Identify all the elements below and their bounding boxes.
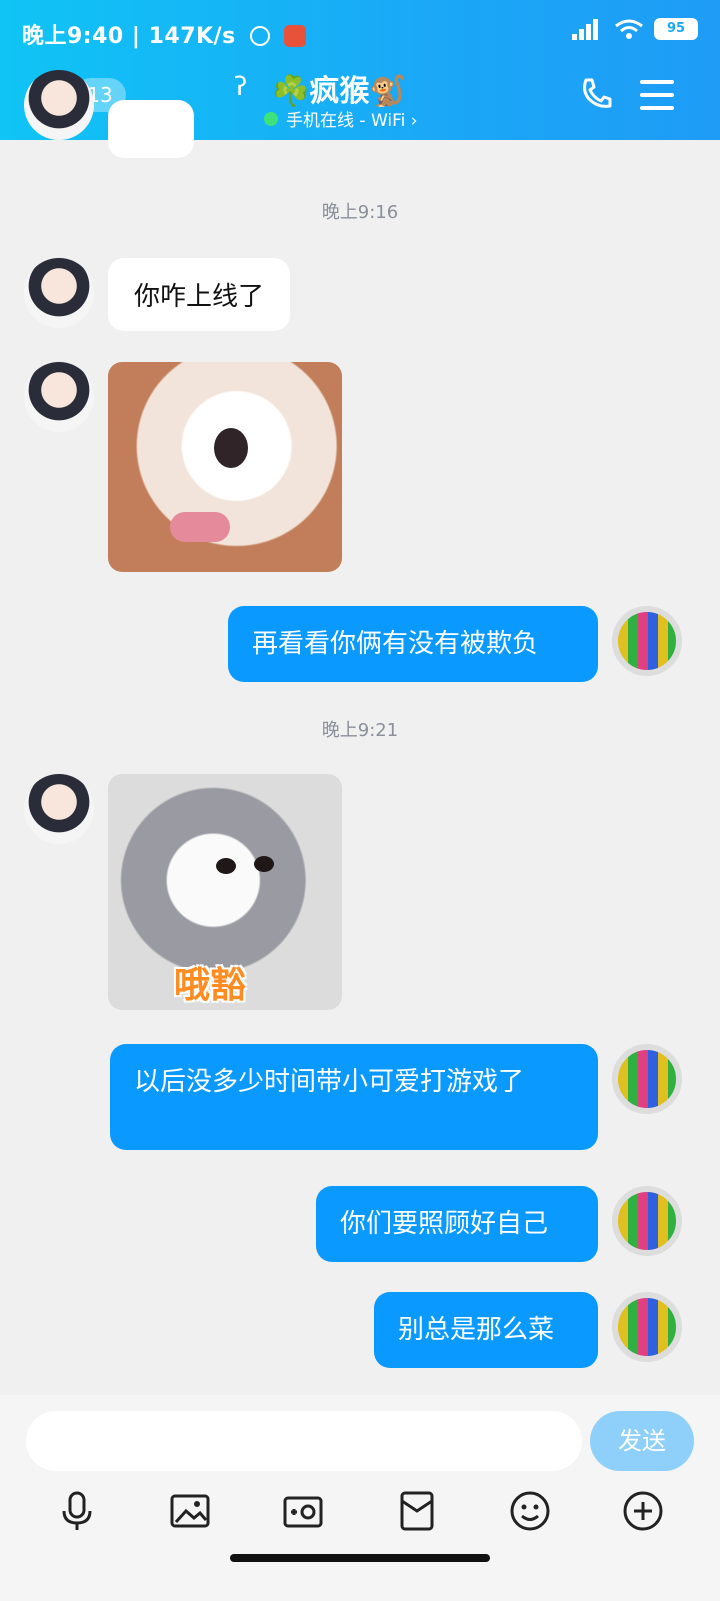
alarm-icon (249, 26, 270, 46)
app-notification-icon (284, 25, 307, 47)
battery-icon: 95 (654, 18, 698, 40)
timestamp: 晚上9:16 (321, 202, 399, 223)
chat-area[interactable]: 晚上9:16 你咋上线了 再看看你俩有没有被欺负 晚上9:21 哦豁 以后没多少… (0, 70, 720, 1395)
contact-avatar[interactable] (24, 362, 94, 432)
signal-icon (572, 19, 598, 40)
status-bar-left: 晚上9:40 | 147K/s (22, 18, 307, 50)
message-input[interactable] (26, 1411, 582, 1471)
presence-status[interactable]: 手机在线 - WiFi › (264, 106, 418, 131)
status-bar-right: 95 (570, 18, 698, 40)
send-button[interactable]: 发送 (590, 1411, 694, 1471)
message-bubble-partial (108, 100, 194, 158)
red-packet-icon[interactable] (395, 1489, 439, 1533)
earpiece-icon[interactable]: ʔ (234, 72, 247, 102)
mic-icon[interactable] (55, 1489, 99, 1533)
plus-icon[interactable] (621, 1489, 665, 1533)
composer-bar: 发送 (0, 1395, 720, 1601)
my-avatar[interactable] (612, 1186, 682, 1256)
message-bubble-incoming[interactable]: 你咋上线了 (108, 258, 291, 331)
kitten-sticker[interactable]: 哦豁 (108, 774, 342, 1010)
contact-avatar[interactable] (24, 258, 94, 328)
message-bubble-outgoing[interactable]: 别总是那么菜 (374, 1292, 598, 1368)
avatar[interactable] (24, 70, 94, 140)
contact-name[interactable]: ☘️疯猴🐒 (272, 66, 407, 110)
message-bubble-outgoing[interactable]: 以后没多少时间带小可爱打游戏了 (110, 1044, 598, 1150)
camera-icon[interactable] (281, 1489, 325, 1533)
online-dot-icon (264, 111, 278, 126)
image-icon[interactable] (168, 1489, 212, 1533)
timestamp: 晚上9:21 (321, 720, 399, 741)
phone-call-icon[interactable] (578, 76, 614, 112)
emoji-icon[interactable] (508, 1489, 552, 1533)
status-time-speed: 晚上9:40 | 147K/s (22, 24, 236, 49)
home-indicator[interactable] (230, 1554, 490, 1562)
contact-avatar[interactable] (24, 774, 94, 844)
wifi-icon (615, 19, 643, 39)
my-avatar[interactable] (612, 1292, 682, 1362)
cat-sticker[interactable] (108, 362, 342, 572)
message-bubble-outgoing[interactable]: 你们要照顾好自己 (316, 1186, 598, 1262)
message-bubble-outgoing[interactable]: 再看看你俩有没有被欺负 (228, 606, 598, 682)
presence-text: 手机在线 - WiFi › (286, 111, 418, 131)
my-avatar[interactable] (612, 606, 682, 676)
menu-icon[interactable] (640, 80, 674, 119)
sticker-caption: 哦豁 (174, 965, 247, 1006)
composer-toolbar (0, 1489, 720, 1533)
my-avatar[interactable] (612, 1044, 682, 1114)
